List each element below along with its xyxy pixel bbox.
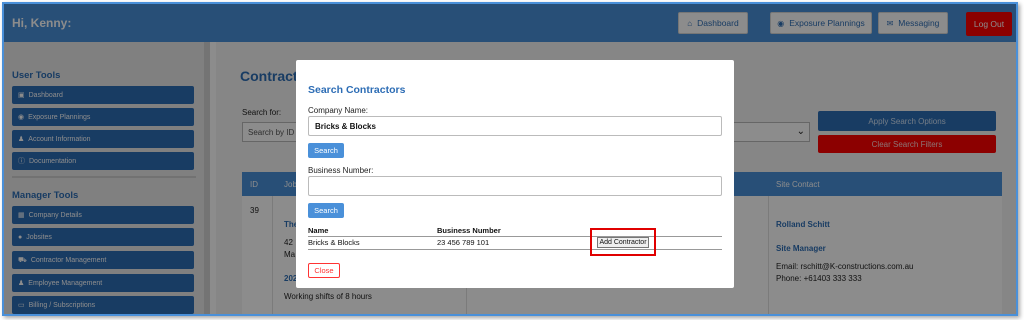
company-name-input[interactable]: Bricks & Blocks: [308, 116, 722, 136]
results-divider: [308, 236, 722, 237]
modal-title: Search Contractors: [308, 84, 406, 96]
search-contractors-modal: Search Contractors Company Name: Bricks …: [296, 60, 734, 288]
result-business-number: 23 456 789 101: [437, 238, 490, 247]
business-number-label: Business Number:: [308, 166, 374, 175]
business-number-search-button[interactable]: Search: [308, 203, 344, 218]
company-name-label: Company Name:: [308, 106, 369, 115]
annotation-highlight-box: [590, 228, 656, 256]
result-name: Bricks & Blocks: [308, 238, 360, 247]
business-number-input[interactable]: [308, 176, 722, 196]
close-button[interactable]: Close: [308, 263, 340, 278]
results-divider: [308, 249, 722, 250]
results-header-name: Name: [308, 226, 329, 235]
results-header-business-number: Business Number: [437, 226, 501, 235]
app-window: Hi, Kenny: ⌂ Dashboard ◉ Exposure Planni…: [2, 2, 1018, 316]
company-search-button[interactable]: Search: [308, 143, 344, 158]
